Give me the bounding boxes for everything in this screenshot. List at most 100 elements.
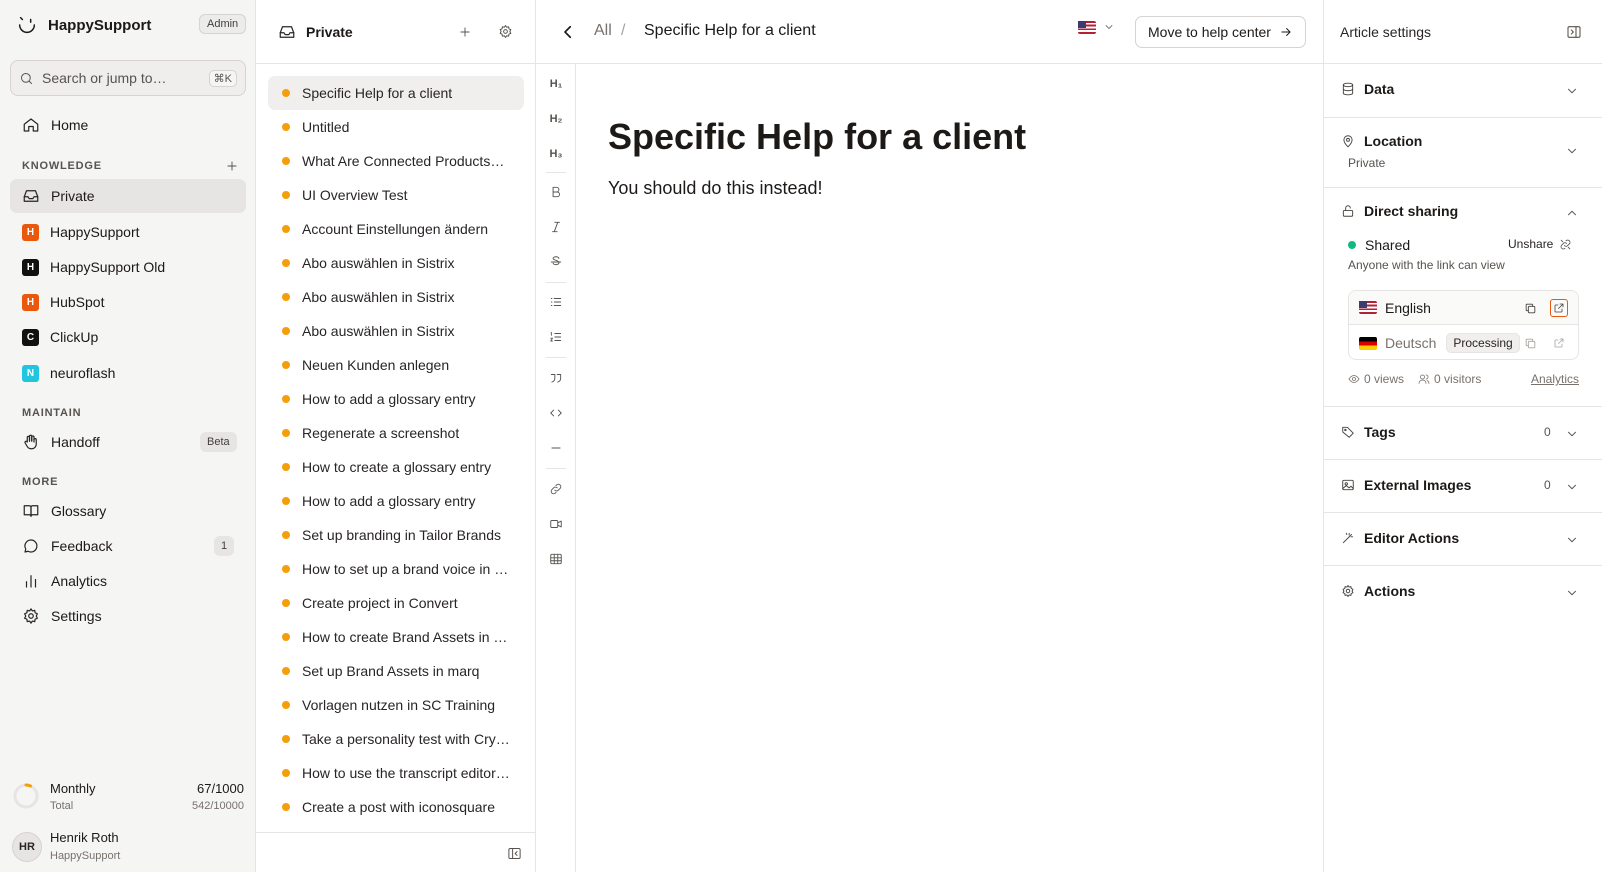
- copy-icon[interactable]: [1521, 299, 1539, 317]
- heading-1-button[interactable]: H₁: [544, 72, 568, 96]
- list-item[interactable]: Create project in Convert: [268, 586, 524, 620]
- beta-badge: Beta: [200, 432, 237, 452]
- heading-3-button[interactable]: H₃: [544, 142, 568, 166]
- list-item[interactable]: Neuen Kunden anlegen: [268, 348, 524, 382]
- bar-chart-icon: [22, 572, 40, 590]
- search-box[interactable]: ⌘K: [10, 60, 246, 96]
- section-data[interactable]: Data: [1324, 64, 1602, 118]
- section-tags[interactable]: Tags 0: [1324, 407, 1602, 460]
- section-location-title: Location: [1364, 133, 1423, 149]
- link-icon[interactable]: [544, 477, 568, 501]
- editor-canvas[interactable]: Specific Help for a client You should do…: [576, 64, 1323, 872]
- list-item[interactable]: UI Overview Test: [268, 178, 524, 212]
- code-icon[interactable]: [544, 401, 568, 425]
- add-knowledge-icon[interactable]: [224, 158, 240, 174]
- list-item-title: How to add a glossary entry: [302, 493, 476, 509]
- article-body[interactable]: You should do this instead!: [608, 178, 823, 199]
- article-settings-title: Article settings: [1340, 24, 1432, 40]
- nav-home[interactable]: Home: [10, 108, 246, 142]
- list-item[interactable]: How to set up a brand voice in …: [268, 552, 524, 586]
- list-item[interactable]: Account Einstellungen ändern: [268, 212, 524, 246]
- list-item[interactable]: Create a post with iconosquare: [268, 790, 524, 824]
- collapse-panel-icon[interactable]: [506, 845, 522, 861]
- list-item-title: Specific Help for a client: [302, 85, 453, 101]
- list-item[interactable]: Abo auswählen in Sistrix: [268, 280, 524, 314]
- toggle-sidebar-icon[interactable]: [1565, 23, 1583, 41]
- list-item-title: How to use the transcript editor…: [302, 765, 510, 781]
- list-item[interactable]: How to add a glossary entry: [268, 382, 524, 416]
- search-input[interactable]: [42, 70, 201, 86]
- nav-workspace-happysupport[interactable]: H HappySupport: [10, 215, 246, 249]
- numbered-list-icon[interactable]: [544, 325, 568, 349]
- status-dot: [282, 157, 290, 165]
- nav-workspace-happysupport-old[interactable]: H HappySupport Old: [10, 250, 246, 284]
- processing-badge: Processing: [1446, 333, 1520, 353]
- list-item[interactable]: Vorlagen nutzen in SC Training: [268, 688, 524, 722]
- section-tags-header: Tags: [1340, 424, 1396, 440]
- status-dot: [282, 769, 290, 777]
- list-item[interactable]: What Are Connected Products…: [268, 144, 524, 178]
- table-icon[interactable]: [544, 547, 568, 571]
- bold-icon[interactable]: [544, 180, 568, 204]
- map-pin-icon: [1340, 134, 1355, 149]
- article-title[interactable]: Specific Help for a client: [608, 116, 1026, 158]
- section-actions[interactable]: Actions: [1324, 566, 1602, 619]
- section-editor-actions[interactable]: Editor Actions: [1324, 513, 1602, 566]
- list-item-title: Abo auswählen in Sistrix: [302, 289, 455, 305]
- section-more: MORE: [22, 476, 59, 488]
- list-item[interactable]: Abo auswählen in Sistrix: [268, 314, 524, 348]
- bullet-list-icon[interactable]: [544, 290, 568, 314]
- share-description: Anyone with the link can view: [1348, 258, 1505, 272]
- tag-icon: [1340, 425, 1355, 440]
- list-item[interactable]: Take a personality test with Cry…: [268, 722, 524, 756]
- status-dot: [282, 735, 290, 743]
- list-item[interactable]: Set up branding in Tailor Brands: [268, 518, 524, 552]
- gear-icon[interactable]: [496, 23, 514, 41]
- language-selector[interactable]: [1078, 20, 1116, 34]
- brand[interactable]: HappySupport: [16, 12, 151, 38]
- list-item[interactable]: How to add a glossary entry: [268, 484, 524, 518]
- breadcrumb-current: Specific Help for a client: [644, 22, 816, 39]
- breadcrumb-all[interactable]: All: [594, 22, 612, 40]
- nav-feedback[interactable]: Feedback: [10, 529, 246, 563]
- list-item[interactable]: Untitled: [268, 110, 524, 144]
- quote-icon[interactable]: [544, 366, 568, 390]
- strikethrough-icon[interactable]: [544, 250, 568, 274]
- nav-glossary[interactable]: Glossary: [10, 494, 246, 528]
- shared-language-row: English: [1349, 291, 1578, 325]
- user-profile[interactable]: HR Henrik Roth HappySupport: [10, 826, 246, 866]
- section-direct-sharing-header[interactable]: Direct sharing: [1340, 203, 1458, 219]
- admin-badge: Admin: [199, 14, 247, 34]
- video-icon[interactable]: [544, 512, 568, 536]
- list-item-title: How to add a glossary entry: [302, 391, 476, 407]
- section-location[interactable]: Location Private: [1324, 118, 1602, 188]
- list-item[interactable]: How to use the transcript editor…: [268, 756, 524, 790]
- list-item[interactable]: Regenerate a screenshot: [268, 416, 524, 450]
- horizontal-rule-icon[interactable]: [544, 436, 568, 460]
- chevron-up-icon[interactable]: [1564, 205, 1580, 221]
- add-article-icon[interactable]: [456, 23, 474, 41]
- status-dot: [282, 395, 290, 403]
- nav-workspace-neuroflash[interactable]: N neuroflash: [10, 356, 246, 390]
- section-external-images[interactable]: External Images 0: [1324, 460, 1602, 513]
- list-item[interactable]: Set up Brand Assets in marq: [268, 654, 524, 688]
- nav-settings[interactable]: Settings: [10, 599, 246, 633]
- list-item[interactable]: How to create a glossary entry: [268, 450, 524, 484]
- list-item[interactable]: Abo auswählen in Sistrix: [268, 246, 524, 280]
- list-item[interactable]: Specific Help for a client: [268, 76, 524, 110]
- usage-widget[interactable]: Monthly Total 67/1000 542/10000: [10, 777, 246, 819]
- unshare-button[interactable]: Unshare: [1508, 237, 1572, 251]
- list-item[interactable]: How to create Brand Assets in …: [268, 620, 524, 654]
- italic-icon[interactable]: [544, 215, 568, 239]
- section-data-header: Data: [1340, 81, 1394, 97]
- nav-workspace-hubspot[interactable]: H HubSpot: [10, 285, 246, 319]
- heading-2-button[interactable]: H₂: [544, 107, 568, 131]
- nav-private[interactable]: Private: [10, 179, 246, 213]
- tags-count: 0: [1544, 425, 1551, 439]
- nav-workspace-clickup[interactable]: C ClickUp: [10, 320, 246, 354]
- move-to-help-center-button[interactable]: Move to help center: [1135, 16, 1306, 48]
- nav-analytics[interactable]: Analytics: [10, 564, 246, 598]
- analytics-link[interactable]: Analytics: [1531, 372, 1579, 386]
- external-link-icon[interactable]: [1550, 299, 1568, 317]
- back-arrow-icon[interactable]: [558, 22, 578, 42]
